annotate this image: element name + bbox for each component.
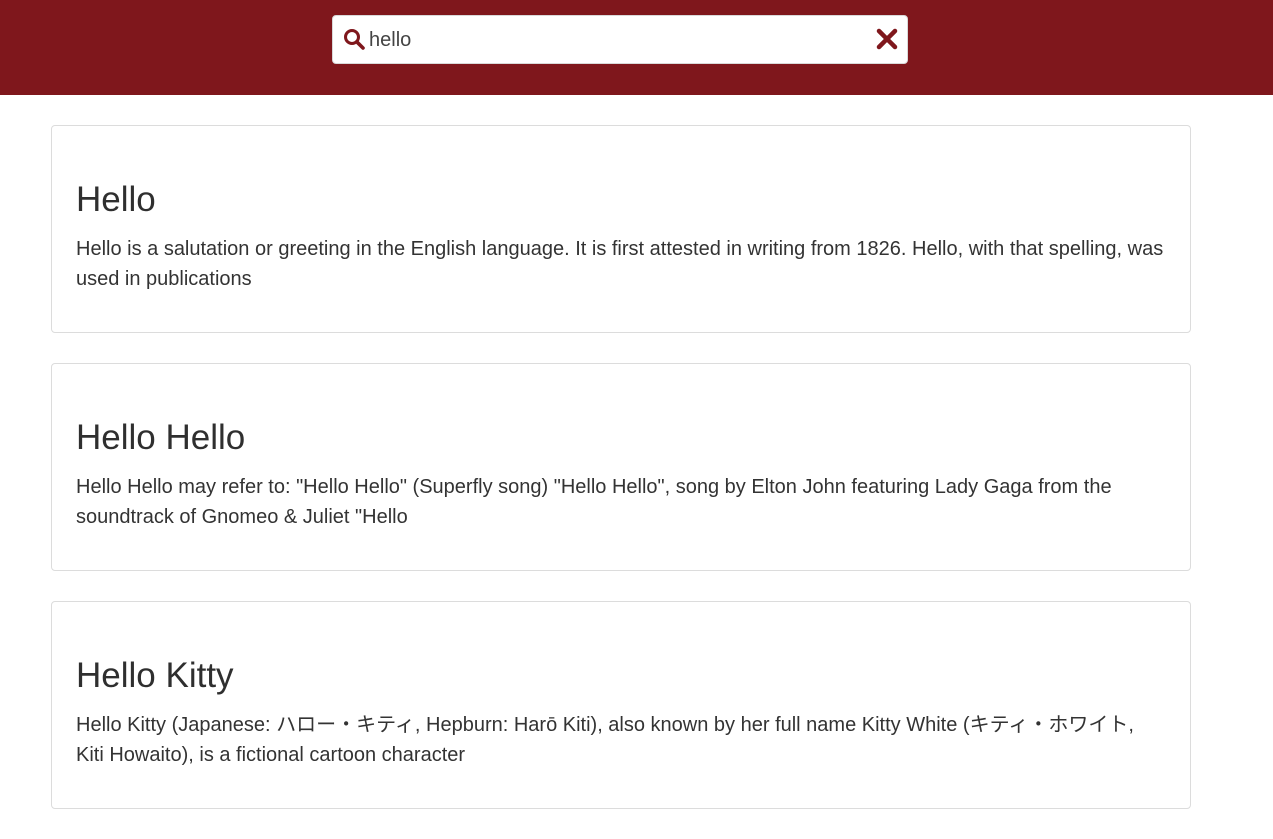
result-title[interactable]: Hello Hello [76,416,1166,460]
result-card-hello-hello[interactable]: Hello Hello Hello Hello may refer to: "H… [51,363,1191,571]
close-icon[interactable] [876,28,898,50]
top-bar [0,0,1273,95]
result-title[interactable]: Hello [76,178,1166,222]
result-card-hello[interactable]: Hello Hello is a salutation or greeting … [51,125,1191,333]
result-snippet: Hello is a salutation or greeting in the… [76,238,1164,290]
search-icon[interactable] [343,28,365,50]
result-card-hello-kitty[interactable]: Hello Kitty Hello Kitty (Japanese: ハロー・キ… [51,601,1191,809]
results-list: Hello Hello is a salutation or greeting … [51,125,1191,839]
search-box [332,15,908,64]
result-snippet: Hello Hello may refer to: "Hello Hello" … [76,476,1112,528]
search-input[interactable] [369,24,859,56]
result-title[interactable]: Hello Kitty [76,654,1166,698]
result-snippet: Hello Kitty (Japanese: ハロー・キティ, Hepburn:… [76,714,1134,766]
